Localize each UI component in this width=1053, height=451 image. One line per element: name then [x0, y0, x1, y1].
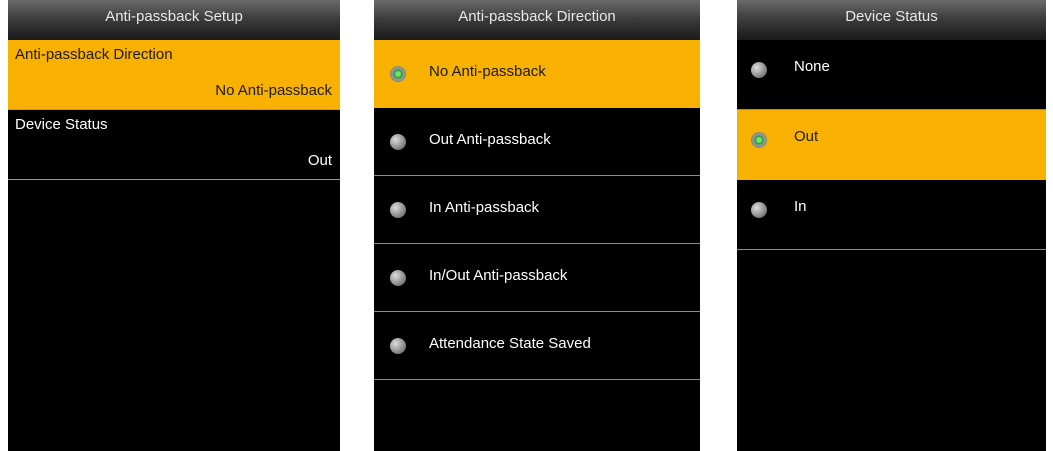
option-label: Attendance State Saved: [429, 335, 591, 352]
setting-device-status[interactable]: Device Status Out: [8, 110, 340, 180]
radio-unselected-icon: [390, 202, 406, 218]
radio-unselected-icon: [751, 62, 767, 78]
screen-title: Anti-passback Setup: [8, 0, 340, 40]
option-label: In/Out Anti-passback: [429, 267, 568, 284]
radio-selected-icon: [390, 66, 406, 82]
option-label: In: [794, 198, 807, 215]
anti-passback-direction-screen: Anti-passback Direction No Anti-passback…: [374, 0, 700, 451]
option-out-anti-passback[interactable]: Out Anti-passback: [374, 108, 700, 176]
setting-value: No Anti-passback: [215, 82, 332, 99]
option-in-out-anti-passback[interactable]: In/Out Anti-passback: [374, 244, 700, 312]
radio-unselected-icon: [390, 270, 406, 286]
screen-title: Device Status: [737, 0, 1046, 40]
option-label: No Anti-passback: [429, 63, 546, 80]
radio-unselected-icon: [390, 134, 406, 150]
setting-value: Out: [307, 152, 332, 169]
option-no-anti-passback[interactable]: No Anti-passback: [374, 40, 700, 108]
option-label: Out: [794, 128, 819, 145]
option-in-anti-passback[interactable]: In Anti-passback: [374, 176, 700, 244]
radio-unselected-icon: [751, 202, 767, 218]
option-label: None: [794, 58, 830, 75]
radio-selected-icon: [751, 132, 767, 148]
device-status-screen: Device Status None Out In: [737, 0, 1046, 451]
setting-label: Anti-passback Direction: [15, 46, 173, 63]
radio-unselected-icon: [390, 338, 406, 354]
option-attendance-state-saved[interactable]: Attendance State Saved: [374, 312, 700, 380]
option-out[interactable]: Out: [737, 110, 1046, 180]
option-in[interactable]: In: [737, 180, 1046, 250]
setting-label: Device Status: [15, 116, 108, 133]
setting-anti-passback-direction[interactable]: Anti-passback Direction No Anti-passback: [8, 40, 340, 110]
option-none[interactable]: None: [737, 40, 1046, 110]
option-label: In Anti-passback: [429, 199, 540, 216]
anti-passback-setup-screen: Anti-passback Setup Anti-passback Direct…: [8, 0, 340, 451]
screen-title: Anti-passback Direction: [374, 0, 700, 40]
option-label: Out Anti-passback: [429, 131, 551, 148]
